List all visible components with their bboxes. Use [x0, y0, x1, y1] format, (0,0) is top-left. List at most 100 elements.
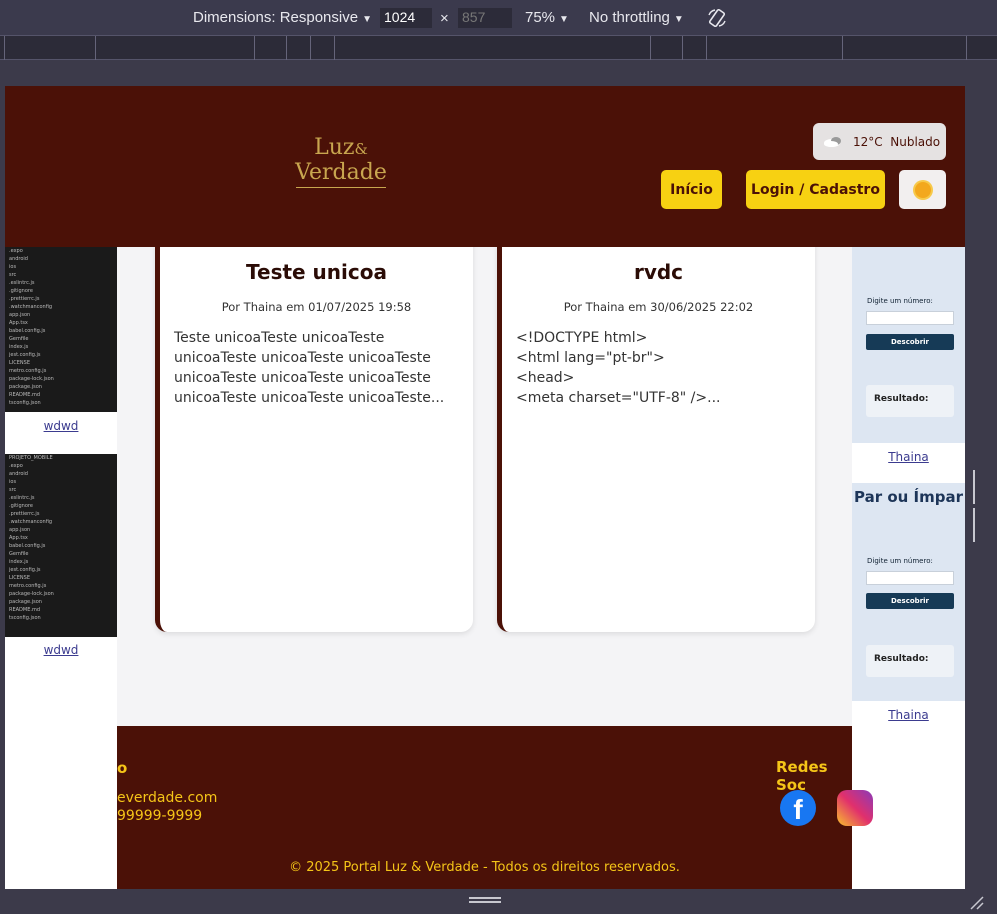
thumb-header: PROJETO_MOBILE	[9, 455, 53, 461]
post-meta: Por Thaina em 01/07/2025 19:58	[221, 300, 412, 314]
thumb-file-line: app.json	[9, 527, 31, 533]
facebook-icon[interactable]: f	[780, 790, 816, 826]
thumb-file-line: LICENSE	[9, 360, 30, 366]
corner-resize-icon[interactable]	[967, 893, 985, 911]
bottom-resize-handle[interactable]	[469, 897, 501, 905]
thumb-link[interactable]: wdwd	[5, 643, 117, 657]
height-input[interactable]: 857	[458, 8, 512, 28]
thumb-file-line: .gitignore	[9, 503, 33, 509]
width-input[interactable]: 1024	[380, 8, 432, 28]
instagram-icon[interactable]	[837, 790, 873, 826]
result-box: Resultado:	[866, 385, 954, 417]
thumb-file-line: .prettierrc.js	[9, 296, 40, 302]
thumb-file-line: .expo	[9, 463, 23, 469]
dimensions-dropdown[interactable]: Dimensions: Responsive ▼	[193, 9, 372, 26]
discover-button[interactable]: Descobrir	[866, 593, 954, 609]
post-title[interactable]: Teste unicoa	[174, 260, 459, 284]
thumb-file-line: metro.config.js	[9, 368, 47, 374]
thumb-file-line: package-lock.json	[9, 591, 54, 597]
caret-down-icon: ▼	[559, 14, 569, 25]
number-label: Digite um número:	[867, 557, 933, 565]
thumb-file-line: .expo	[9, 248, 23, 254]
throttling-label: No throttling	[589, 9, 670, 26]
thumb-file-line: package.json	[9, 384, 42, 390]
result-box: Resultado:	[866, 645, 954, 677]
weather-widget: 12°C Nublado	[813, 123, 946, 160]
thumb-file-line: LICENSE	[9, 575, 30, 581]
post-meta: Por Thaina em 30/06/2025 22:02	[563, 300, 754, 314]
thumb-file-line: .watchmanconfig	[9, 519, 53, 525]
zoom-label: 75%	[525, 9, 556, 26]
thumb-file-line: package.json	[9, 599, 42, 605]
right-resize-handle[interactable]	[973, 470, 979, 542]
thumb-file-line: android	[9, 256, 28, 262]
theme-toggle-button[interactable]	[899, 170, 946, 209]
site-header: Luz& Verdade 12°C Nublado Início Login /…	[5, 86, 965, 247]
weather-text: 12°C Nublado	[853, 134, 941, 149]
logo-word-1: Luz	[314, 135, 355, 160]
discover-button[interactable]: Descobrir	[866, 334, 954, 350]
thumb-file-line: babel.config.js	[9, 328, 46, 334]
thumb-file-line: index.js	[9, 559, 29, 565]
copyright: © 2025 Portal Luz & Verdade - Todos os d…	[289, 860, 680, 875]
contact-email[interactable]: everdade.com	[117, 790, 217, 806]
thumb-file-line: .eslintrc.js	[9, 280, 35, 286]
thumb-file-line: src	[9, 272, 17, 278]
post-excerpt: Teste unicoaTeste unicoaTeste unicoaTest…	[174, 330, 445, 406]
number-input[interactable]	[866, 311, 954, 325]
widget-title: Par ou Ímpar	[853, 488, 963, 506]
thumb-file-line: index.js	[9, 344, 29, 350]
thumb-file-line: src	[9, 487, 17, 493]
post-card[interactable]: Teste unicoa Por Thaina em 01/07/2025 19…	[155, 236, 473, 632]
thumb-file-line: ios	[9, 264, 17, 270]
thumb-file-line: babel.config.js	[9, 543, 46, 549]
post-excerpt: <!DOCTYPE html> <html lang="pt-br"> <hea…	[516, 330, 721, 406]
social-title: Redes Soc	[776, 758, 828, 794]
left-sidebar: .expo android ios src .eslintrc.js .gitignore…	[5, 247, 117, 889]
zoom-dropdown[interactable]: 75% ▼	[525, 9, 569, 26]
post-thumbnail[interactable]: .expo android ios src .eslintrc.js .gitignore…	[5, 247, 117, 412]
thumb-link[interactable]: wdwd	[5, 419, 117, 433]
thumb-file-line: Gemfile	[9, 551, 29, 557]
thumb-file-line: .prettierrc.js	[9, 511, 40, 517]
dimensions-label: Dimensions: Responsive	[193, 9, 359, 26]
caret-down-icon: ▼	[362, 14, 372, 25]
post-thumbnail[interactable]: PROJETO_MOBILE .expo android ios src .eslintr…	[5, 454, 117, 637]
site-logo[interactable]: Luz& Verdade	[291, 136, 391, 188]
logo-ampersand: &	[354, 140, 368, 158]
nav-home-button[interactable]: Início	[661, 170, 722, 209]
post-title[interactable]: rvdc	[516, 260, 801, 284]
par-impar-widget: Digite um número: Descobrir Resultado:	[852, 247, 965, 443]
thumb-file-line: package-lock.json	[9, 376, 54, 382]
par-impar-widget: Par ou Ímpar Digite um número: Descobrir…	[852, 483, 965, 701]
throttling-dropdown[interactable]: No throttling ▼	[589, 9, 684, 26]
thumb-file-line: .gitignore	[9, 288, 33, 294]
thumb-file-line: .eslintrc.js	[9, 495, 35, 501]
rotate-icon[interactable]	[706, 7, 728, 29]
media-query-ruler[interactable]	[0, 36, 997, 60]
thumb-file-line: app.json	[9, 312, 31, 318]
thumb-file-line: App.tsx	[9, 320, 28, 326]
contact-title: o	[117, 759, 128, 777]
thumb-file-line: .watchmanconfig	[9, 304, 53, 310]
thumb-file-line: tsconfig.json	[9, 615, 41, 621]
sun-icon	[914, 181, 931, 198]
login-button[interactable]: Login / Cadastro	[746, 170, 885, 209]
devtools-toolbar: Dimensions: Responsive ▼ 1024 × 857 75% ▼ …	[0, 0, 997, 36]
thumb-file-line: README.md	[9, 607, 41, 613]
thumb-file-line: App.tsx	[9, 535, 28, 541]
post-card[interactable]: rvdc Por Thaina em 30/06/2025 22:02 <!DO…	[497, 236, 815, 632]
thumb-file-line: jest.config.js	[9, 567, 41, 573]
thumb-file-line: README.md	[9, 392, 41, 398]
number-label: Digite um número:	[867, 297, 933, 305]
caret-down-icon: ▼	[673, 14, 684, 25]
number-input[interactable]	[866, 571, 954, 585]
cloud-icon	[823, 136, 845, 148]
widget-author-link[interactable]: Thaina	[852, 450, 965, 464]
thumb-file-line: metro.config.js	[9, 583, 47, 589]
contact-phone: 99999-9999	[117, 808, 203, 824]
widget-author-link[interactable]: Thaina	[852, 708, 965, 722]
thumb-file-line: android	[9, 471, 28, 477]
logo-word-2: Verdade	[295, 160, 387, 185]
thumb-file-line: jest.config.js	[9, 352, 41, 358]
